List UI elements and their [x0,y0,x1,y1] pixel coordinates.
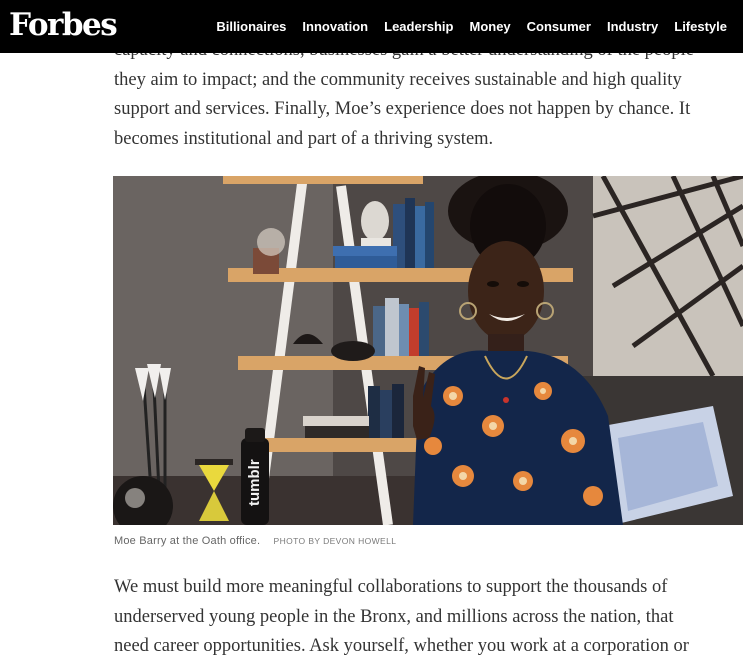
forbes-logo[interactable]: Forbes [9,3,118,47]
article-paragraph: capacity and connections, businesses gai… [114,36,734,154]
top-navigation-bar: Forbes Billionaires Innovation Leadershi… [0,0,743,53]
nav-leadership[interactable]: Leadership [384,19,453,34]
nav-lifestyle[interactable]: Lifestyle [674,19,727,34]
bottle-label: tumblr [246,459,263,506]
main-nav: Billionaires Innovation Leadership Money… [216,0,727,53]
nav-consumer[interactable]: Consumer [527,19,591,34]
photo-credit: PHOTO BY DEVON HOWELL [273,536,397,546]
article-paragraph: We must build more meaningful collaborat… [114,573,734,659]
caption-text: Moe Barry at the Oath office. [114,535,261,547]
nav-money[interactable]: Money [469,19,510,34]
nav-billionaires[interactable]: Billionaires [216,19,286,34]
paragraph-line: We must build more meaningful collaborat… [114,577,668,597]
article-photo: tumblr [113,176,743,525]
paragraph-line: they aim to impact; and the community re… [114,69,682,90]
photo-caption: Moe Barry at the Oath office. PHOTO BY D… [114,535,396,547]
nav-innovation[interactable]: Innovation [302,19,368,34]
nav-industry[interactable]: Industry [607,19,658,34]
paragraph-line: support and services. Finally, Moe’s exp… [114,99,691,119]
paragraph-line: becomes institutional and part of a thri… [114,128,494,149]
paragraph-line: underserved young people in the Bronx, a… [114,606,674,627]
paragraph-line: need career opportunities. Ask yourself,… [114,636,689,656]
photo-illustration: tumblr [113,176,743,525]
